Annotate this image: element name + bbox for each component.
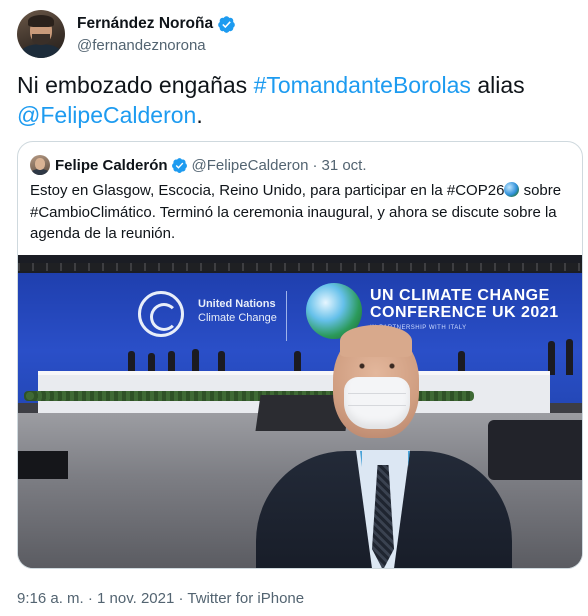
person-scalp: [340, 325, 412, 357]
un-line-2: Climate Change: [198, 312, 277, 324]
quoted-avatar-face: [35, 158, 45, 170]
delegate-figure: [294, 351, 301, 373]
avatar[interactable]: [17, 10, 65, 58]
avatar-beard: [32, 34, 50, 45]
quoted-tweet[interactable]: Felipe Calderón @FelipeCalderon · 31 oct…: [17, 141, 583, 569]
delegate-figure: [218, 351, 225, 373]
quoted-separator: ·: [312, 156, 318, 174]
globe-emoji-icon: [504, 182, 520, 197]
display-name-row: Fernández Noroña: [77, 15, 236, 34]
tweet-text: Ni embozado engañas #TomandanteBorolas a…: [17, 70, 572, 130]
quoted-date[interactable]: 31 oct.: [321, 157, 366, 174]
tweet-text-intro: Ni embozado engañas: [17, 72, 254, 98]
cop-line-2: CONFERENCE UK 2021: [370, 304, 559, 321]
un-logo-text: United Nations Climate Change: [198, 297, 277, 325]
cop-line-1: UN CLIMATE CHANGE: [370, 287, 550, 304]
delegate-figure: [192, 349, 199, 371]
hashtag-link[interactable]: #TomandanteBorolas: [254, 72, 471, 98]
quoted-display-name[interactable]: Felipe Calderón: [55, 157, 168, 174]
avatar-hair: [28, 15, 54, 27]
delegate-figure: [128, 351, 135, 373]
mask-pleat: [348, 393, 406, 394]
camera-rig: [488, 420, 582, 480]
floor-stand: [18, 451, 68, 479]
quoted-photo[interactable]: United Nations Climate Change UN CLIMATE…: [18, 255, 582, 568]
tweet-author: Fernández Noroña @fernandeznorona: [17, 10, 236, 58]
tweet-card: Fernández Noroña @fernandeznorona Ni emb…: [0, 0, 588, 616]
tweet-text-end: .: [196, 102, 203, 128]
cop26-title: UN CLIMATE CHANGE CONFERENCE UK 2021: [370, 287, 559, 321]
person-eyes: [354, 363, 400, 369]
tweet-footer-meta[interactable]: 9:16 a. m. · 1 nov. 2021 · Twitter for i…: [17, 590, 304, 607]
author-handle[interactable]: @fernandeznorona: [77, 37, 236, 54]
quoted-handle[interactable]: @FelipeCalderon: [192, 157, 309, 174]
delegate-figure: [548, 341, 555, 375]
un-line-1: United Nations: [198, 298, 276, 310]
delegate-figure: [566, 339, 573, 375]
mask-pleat: [348, 405, 406, 406]
verified-badge-icon: [218, 15, 235, 33]
author-display-name[interactable]: Fernández Noroña: [77, 15, 213, 33]
backdrop-divider: [286, 291, 287, 341]
delegate-figure: [168, 351, 175, 373]
quoted-tweet-header: Felipe Calderón @FelipeCalderon · 31 oct…: [30, 155, 367, 175]
mention-link[interactable]: @FelipeCalderon: [17, 102, 196, 128]
un-climate-logo-icon: [138, 291, 184, 337]
quoted-text: Estoy en Glasgow, Escocia, Reino Unido, …: [30, 180, 576, 245]
face-mask: [344, 377, 410, 429]
delegate-figure: [458, 351, 465, 373]
tweet-text-middle: alias: [470, 72, 525, 98]
avatar-body: [20, 44, 62, 58]
quoted-text-before: Estoy en Glasgow, Escocia, Reino Unido, …: [30, 182, 505, 199]
author-names: Fernández Noroña @fernandeznorona: [77, 15, 236, 54]
verified-badge-icon: [171, 157, 187, 173]
photo-truss: [18, 263, 582, 271]
quoted-avatar[interactable]: [30, 155, 50, 175]
